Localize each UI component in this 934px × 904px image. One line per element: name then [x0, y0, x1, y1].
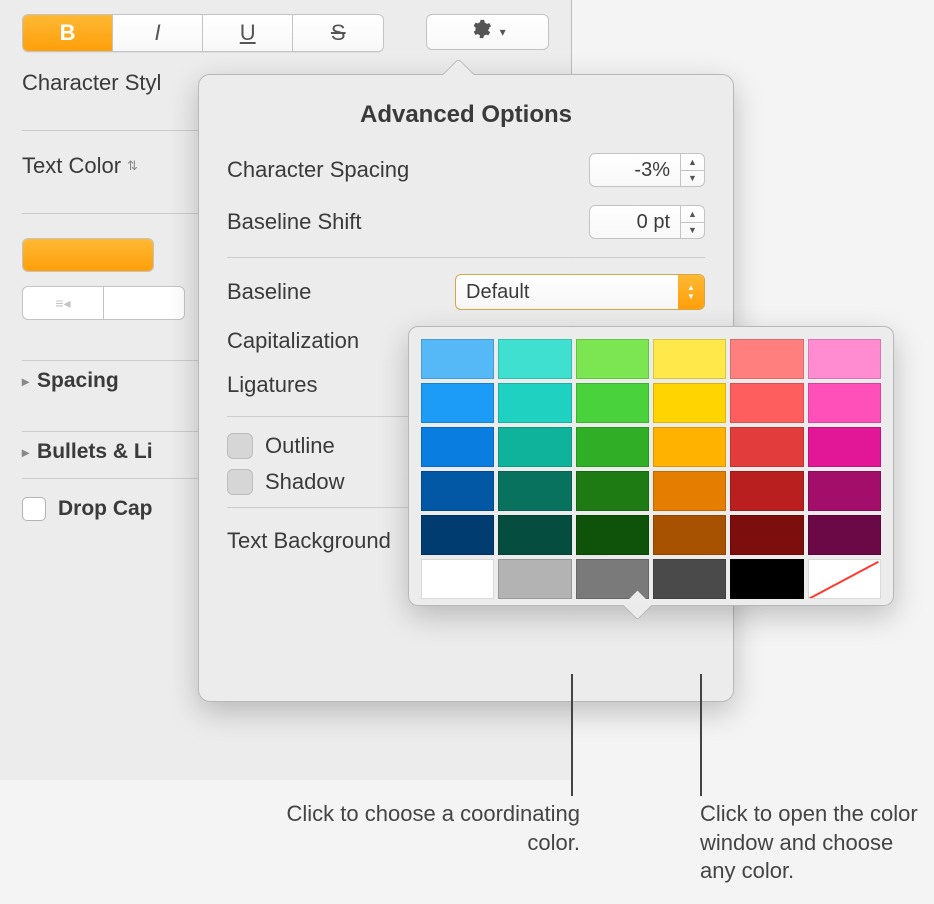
stepper-down-icon[interactable]: ▼ [681, 171, 704, 187]
color-swatch[interactable] [808, 471, 881, 511]
text-alignment-group[interactable] [22, 238, 154, 272]
callout-line [571, 674, 573, 796]
color-swatch[interactable] [653, 559, 726, 599]
color-swatch[interactable] [421, 339, 494, 379]
indent-button[interactable] [104, 287, 184, 319]
caret-right-icon: ▸ [22, 373, 29, 390]
chevron-down-icon: ▾ [500, 25, 506, 39]
color-swatch[interactable] [576, 471, 649, 511]
stepper-down-icon[interactable]: ▼ [681, 223, 704, 239]
color-swatch[interactable] [730, 471, 803, 511]
color-swatch[interactable] [498, 515, 571, 555]
stepper-up-icon[interactable]: ▲ [681, 154, 704, 171]
color-swatch[interactable] [576, 559, 649, 599]
text-style-toolbar: B I U S ▾ [22, 14, 549, 52]
color-swatch[interactable] [421, 515, 494, 555]
color-swatch[interactable] [421, 427, 494, 467]
color-swatch[interactable] [730, 427, 803, 467]
char-spacing-stepper[interactable]: -3% ▲▼ [589, 153, 705, 187]
color-palette-popover [408, 326, 894, 606]
baseline-shift-value[interactable]: 0 pt [589, 205, 681, 239]
outdent-icon: ≡◂ [55, 295, 70, 312]
color-swatch[interactable] [808, 515, 881, 555]
italic-button[interactable]: I [113, 15, 203, 51]
color-swatch[interactable] [653, 471, 726, 511]
color-swatch[interactable] [576, 515, 649, 555]
color-swatch[interactable] [808, 383, 881, 423]
popover-title: Advanced Options [227, 101, 705, 129]
baseline-shift-stepper[interactable]: 0 pt ▲▼ [589, 205, 705, 239]
stepper-up-icon[interactable]: ▲ [681, 206, 704, 223]
gear-icon [470, 18, 492, 46]
color-swatch[interactable] [498, 383, 571, 423]
color-swatch[interactable] [421, 471, 494, 511]
outline-checkbox[interactable] [227, 433, 253, 459]
color-swatch[interactable] [498, 559, 571, 599]
caret-right-icon: ▸ [22, 444, 29, 461]
color-swatch[interactable] [576, 339, 649, 379]
char-spacing-value[interactable]: -3% [589, 153, 681, 187]
color-swatch[interactable] [808, 559, 881, 599]
color-swatch[interactable] [730, 339, 803, 379]
color-swatch[interactable] [730, 515, 803, 555]
color-swatch[interactable] [498, 339, 571, 379]
shadow-checkbox[interactable] [227, 469, 253, 495]
underline-button[interactable]: U [203, 15, 293, 51]
color-swatch[interactable] [653, 339, 726, 379]
color-swatch[interactable] [421, 383, 494, 423]
color-swatch[interactable] [498, 427, 571, 467]
char-spacing-label: Character Spacing [227, 157, 409, 183]
baseline-label: Baseline [227, 279, 311, 305]
color-swatch-grid [421, 339, 881, 599]
color-swatch[interactable] [576, 383, 649, 423]
drop-cap-checkbox[interactable] [22, 497, 46, 521]
outdent-button[interactable]: ≡◂ [23, 287, 104, 319]
color-swatch[interactable] [808, 427, 881, 467]
color-swatch[interactable] [421, 559, 494, 599]
strikethrough-button[interactable]: S [293, 15, 383, 51]
ligatures-label: Ligatures [227, 372, 318, 398]
callout-text-right: Click to open the color window and choos… [700, 800, 920, 886]
color-swatch[interactable] [576, 427, 649, 467]
color-swatch[interactable] [730, 383, 803, 423]
color-swatch[interactable] [653, 515, 726, 555]
text-background-label: Text Background [227, 528, 391, 554]
indent-group: ≡◂ [22, 286, 185, 320]
color-swatch[interactable] [653, 383, 726, 423]
capitalization-label: Capitalization [227, 328, 359, 354]
baseline-shift-label: Baseline Shift [227, 209, 362, 235]
callout-line [700, 674, 702, 796]
baseline-select[interactable]: Default ▲▼ [455, 274, 705, 310]
advanced-options-button[interactable]: ▾ [426, 14, 549, 50]
color-swatch[interactable] [498, 471, 571, 511]
color-swatch[interactable] [653, 427, 726, 467]
select-handle-icon: ▲▼ [678, 275, 704, 309]
chevron-updown-icon: ⇅ [127, 158, 138, 174]
color-swatch[interactable] [730, 559, 803, 599]
align-left-button[interactable] [23, 239, 153, 271]
callout-text-left: Click to choose a coordinating color. [235, 800, 580, 857]
color-swatch[interactable] [808, 339, 881, 379]
bold-button[interactable]: B [23, 15, 113, 51]
